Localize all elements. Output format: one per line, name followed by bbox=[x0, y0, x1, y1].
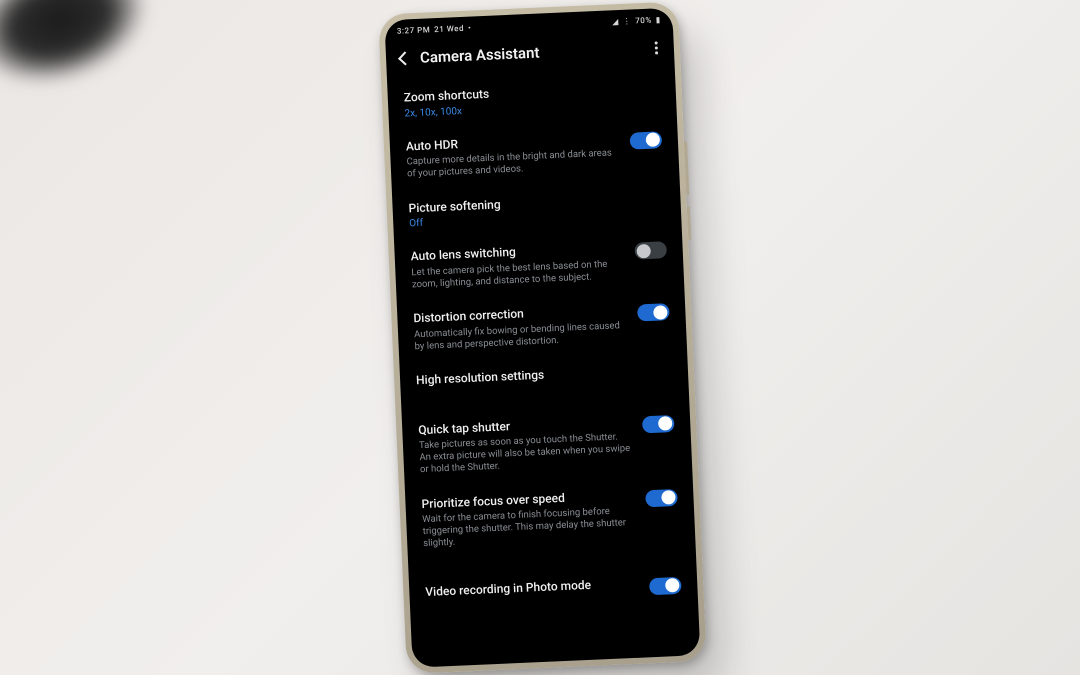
signal-icon: ◢ bbox=[612, 17, 619, 26]
setting-auto-lens-switching[interactable]: Auto lens switching Let the camera pick … bbox=[410, 229, 668, 302]
setting-auto-hdr[interactable]: Auto HDR Capture more details in the bri… bbox=[405, 119, 663, 192]
setting-subtitle: Take pictures as soon as you touch the S… bbox=[419, 431, 632, 477]
setting-prioritize-focus[interactable]: Prioritize focus over speed Wait for the… bbox=[421, 477, 680, 562]
settings-list[interactable]: Zoom shortcuts 2x, 10x, 100x Auto HDR Ca… bbox=[387, 70, 700, 668]
background-camera-blur bbox=[0, 0, 164, 105]
back-icon[interactable] bbox=[398, 51, 412, 65]
setting-subtitle: Wait for the camera to finish focusing b… bbox=[422, 505, 635, 551]
battery-icon: ▮ bbox=[656, 15, 661, 24]
toggle-auto-lens[interactable] bbox=[634, 241, 667, 259]
toggle-quick-tap[interactable] bbox=[642, 415, 675, 433]
toggle-prioritize-focus[interactable] bbox=[645, 489, 678, 507]
status-time: 3:27 PM bbox=[397, 25, 431, 35]
page-title: Camera Assistant bbox=[420, 39, 646, 67]
toggle-video-in-photo[interactable] bbox=[649, 576, 682, 594]
toggle-distortion[interactable] bbox=[637, 303, 670, 321]
toggle-auto-hdr[interactable] bbox=[630, 131, 663, 149]
status-date: 21 Wed bbox=[434, 24, 464, 34]
more-icon[interactable] bbox=[655, 41, 661, 54]
setting-distortion-correction[interactable]: Distortion correction Automatically fix … bbox=[413, 291, 671, 364]
status-dot-icon: • bbox=[468, 23, 472, 32]
battery-percent: 70% bbox=[635, 16, 652, 26]
setting-title: High resolution settings bbox=[416, 362, 672, 389]
wifi-icon: ⋮ bbox=[623, 17, 632, 26]
setting-title: Video recording in Photo mode bbox=[425, 575, 637, 600]
phone-screen: 3:27 PM 21 Wed • ◢ ⋮ 70% ▮ Camera Assist… bbox=[384, 8, 700, 668]
setting-quick-tap-shutter[interactable]: Quick tap shutter Take pictures as soon … bbox=[418, 403, 677, 488]
phone-device: 3:27 PM 21 Wed • ◢ ⋮ 70% ▮ Camera Assist… bbox=[378, 1, 707, 673]
